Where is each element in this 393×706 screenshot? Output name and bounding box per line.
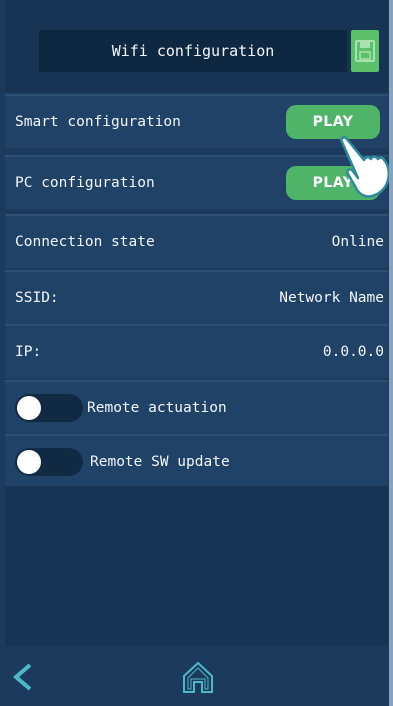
pc-configuration-label: PC configuration (15, 175, 155, 191)
pointing-hand-icon (340, 136, 391, 198)
connection-state-row: Connection state Online (5, 214, 388, 268)
remote-sw-update-label: Remote SW update (90, 454, 230, 470)
right-edge (389, 0, 393, 706)
home-icon[interactable] (180, 660, 216, 694)
pc-configuration-row: PC configuration PLAY (5, 155, 388, 209)
ssid-label: SSID: (15, 290, 59, 306)
connection-state-value: Online (331, 234, 384, 250)
remote-actuation-row: Remote actuation (5, 380, 388, 434)
page-title: Wifi configuration (39, 30, 347, 72)
ip-value: 0.0.0.0 (322, 344, 384, 360)
empty-panel (5, 486, 388, 646)
smart-configuration-row: Smart configuration PLAY (5, 94, 388, 148)
header: Wifi configuration (5, 0, 388, 92)
app-screen: Wifi configuration Smart configuration P… (0, 0, 393, 706)
toggle-knob (17, 396, 41, 420)
toggle-knob (17, 450, 41, 474)
ssid-value: Network Name (279, 290, 384, 306)
remote-actuation-toggle[interactable] (15, 394, 83, 422)
remote-actuation-label: Remote actuation (87, 400, 227, 416)
save-button[interactable] (351, 30, 379, 72)
ssid-row: SSID: Network Name (5, 270, 388, 324)
floppy-disk-icon (355, 40, 375, 62)
remote-sw-update-row: Remote SW update (5, 434, 388, 488)
smart-configuration-label: Smart configuration (15, 114, 181, 130)
remote-sw-update-toggle[interactable] (15, 448, 83, 476)
smart-configuration-play-button[interactable]: PLAY (286, 105, 380, 139)
ip-label: IP: (15, 344, 42, 360)
chevron-left-icon[interactable] (10, 662, 36, 692)
connection-state-label: Connection state (15, 234, 155, 250)
ip-row: IP: 0.0.0.0 (5, 324, 388, 378)
